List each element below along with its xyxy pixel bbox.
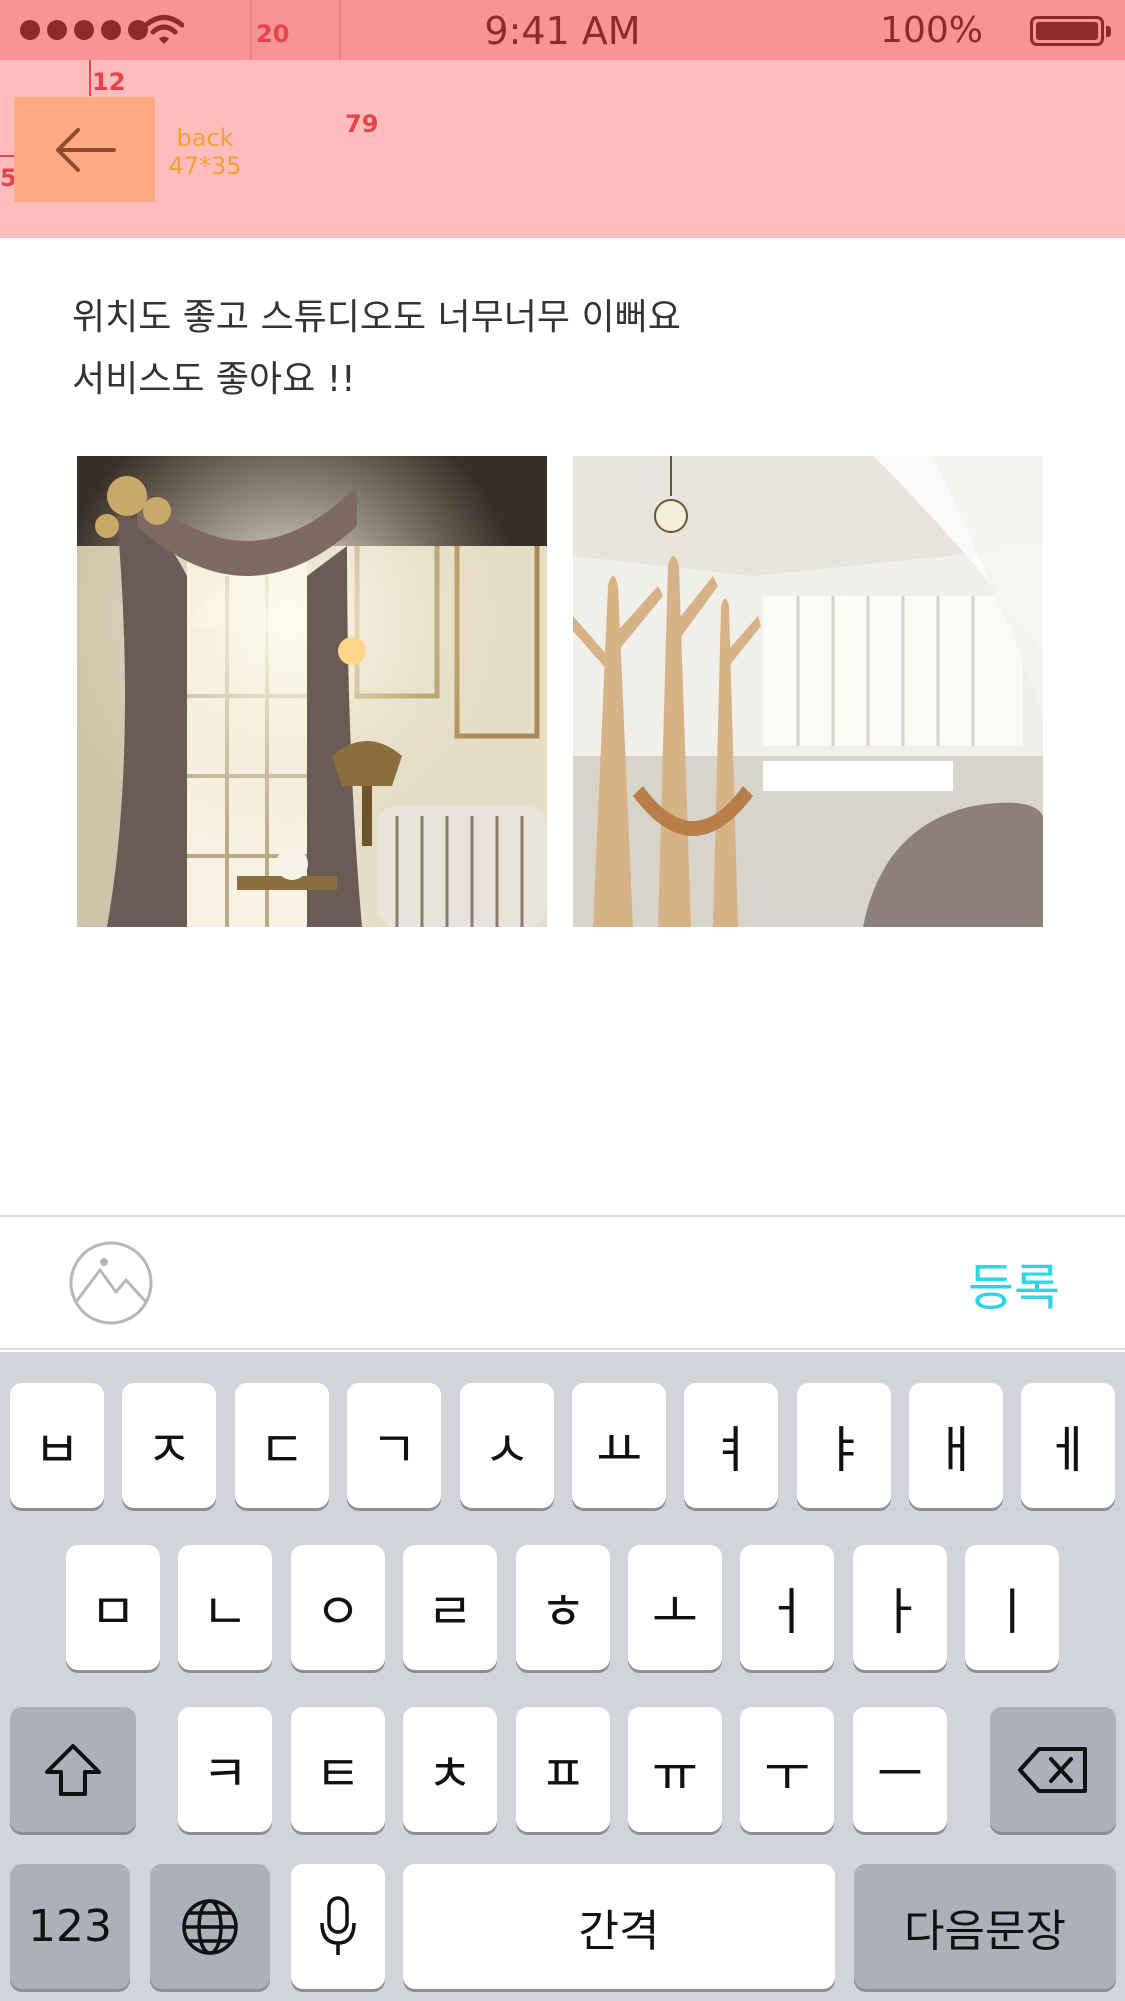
key-ㅣ[interactable]: ㅣ <box>965 1545 1059 1670</box>
key-ㅗ[interactable]: ㅗ <box>628 1545 722 1670</box>
key-ㄷ[interactable]: ㄷ <box>235 1383 329 1508</box>
globe-key[interactable] <box>150 1864 270 1989</box>
key-ㅁ[interactable]: ㅁ <box>66 1545 160 1670</box>
key-ㅔ[interactable]: ㅔ <box>1021 1383 1115 1508</box>
key-ㅈ[interactable]: ㅈ <box>122 1383 216 1508</box>
key-ㅅ[interactable]: ㅅ <box>460 1383 554 1508</box>
studio-photo-1[interactable] <box>77 456 547 927</box>
key-ㅎ[interactable]: ㅎ <box>516 1545 610 1670</box>
return-key[interactable]: 다음문장 <box>854 1864 1116 1989</box>
key-ㅜ[interactable]: ㅜ <box>740 1707 834 1832</box>
battery-icon <box>1030 16 1104 46</box>
dictation-key[interactable] <box>291 1864 385 1989</box>
arrow-left-icon <box>55 127 116 172</box>
numbers-key[interactable]: 123 <box>10 1864 130 1989</box>
comment-input-bar <box>0 1215 1125 1350</box>
spec-dimension-line <box>89 60 91 96</box>
key-ㅇ[interactable]: ㅇ <box>291 1545 385 1670</box>
back-button[interactable] <box>14 97 155 202</box>
photo-white-studio <box>573 456 1043 927</box>
key-ㄴ[interactable]: ㄴ <box>178 1545 272 1670</box>
key-ㅡ[interactable]: ㅡ <box>853 1707 947 1832</box>
spec-dimension-line <box>0 155 14 157</box>
key-ㅋ[interactable]: ㅋ <box>178 1707 272 1832</box>
microphone-icon <box>320 1895 356 1955</box>
register-button[interactable]: 등록 <box>968 1248 1060 1320</box>
battery-percentage: 100% <box>880 10 983 51</box>
key-ㅊ[interactable]: ㅊ <box>403 1707 497 1832</box>
key-ㅌ[interactable]: ㅌ <box>291 1707 385 1832</box>
spec-top-margin: 12 <box>92 68 126 96</box>
key-ㅏ[interactable]: ㅏ <box>853 1545 947 1670</box>
key-ㄹ[interactable]: ㄹ <box>403 1545 497 1670</box>
key-ㅠ[interactable]: ㅠ <box>628 1707 722 1832</box>
spec-status-height: 20 <box>256 20 290 48</box>
spec-nav-height: 79 <box>345 110 379 138</box>
space-key[interactable]: 간격 <box>403 1864 835 1989</box>
battery-tip <box>1106 26 1111 37</box>
delete-key[interactable] <box>990 1707 1116 1832</box>
spec-back-label: back 47*35 <box>162 124 248 180</box>
mountain-photo-icon[interactable] <box>68 1240 154 1326</box>
spec-back-size: 47*35 <box>168 152 242 180</box>
review-text-line-1: 위치도 좋고 스튜디오도 너무너무 이뻐요 <box>72 297 681 338</box>
key-ㄱ[interactable]: ㄱ <box>347 1383 441 1508</box>
backspace-icon <box>1018 1746 1087 1793</box>
shift-key[interactable] <box>10 1707 136 1832</box>
key-ㅐ[interactable]: ㅐ <box>909 1383 1003 1508</box>
spec-back-name: back <box>176 124 234 152</box>
key-ㅍ[interactable]: ㅍ <box>516 1707 610 1832</box>
globe-icon <box>182 1898 238 1955</box>
spec-guide-line <box>250 0 252 60</box>
studio-photo-2[interactable] <box>573 456 1043 927</box>
key-ㅂ[interactable]: ㅂ <box>10 1383 104 1508</box>
key-ㅕ[interactable]: ㅕ <box>684 1383 778 1508</box>
key-ㅛ[interactable]: ㅛ <box>572 1383 666 1508</box>
review-text-line-2: 서비스도 좋아요 !! <box>72 359 356 400</box>
photo-classic-interior <box>77 456 547 927</box>
key-ㅑ[interactable]: ㅑ <box>797 1383 891 1508</box>
shift-arrow-icon <box>45 1743 101 1796</box>
key-ㅓ[interactable]: ㅓ <box>740 1545 834 1670</box>
